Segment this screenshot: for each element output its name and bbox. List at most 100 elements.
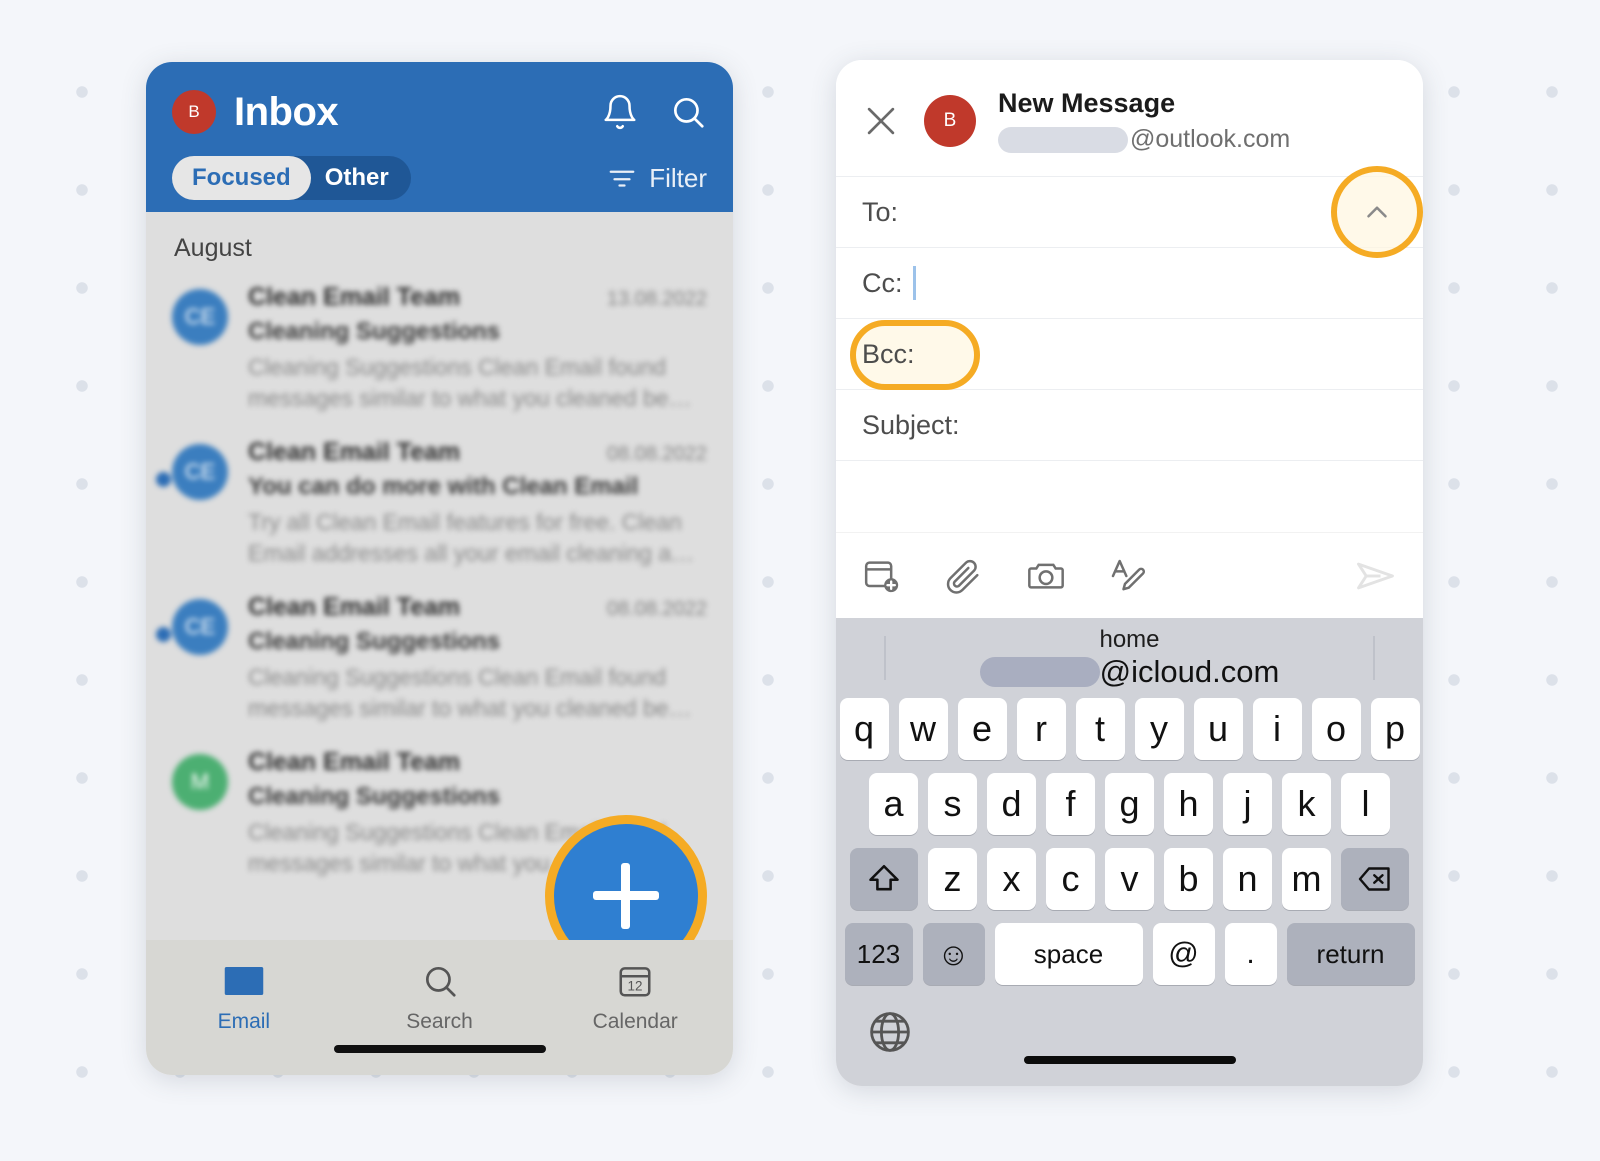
key-h[interactable]: h bbox=[1164, 773, 1213, 835]
camera-icon[interactable] bbox=[1026, 556, 1066, 596]
chevron-up-icon[interactable] bbox=[1360, 195, 1394, 229]
avatar-initials: CE bbox=[184, 304, 216, 329]
avatar[interactable]: B bbox=[924, 95, 976, 147]
tab-focused-label: Focused bbox=[192, 164, 291, 191]
key-e[interactable]: e bbox=[957, 698, 1007, 760]
field-subject[interactable]: Subject: bbox=[836, 389, 1423, 460]
filter-button[interactable]: Filter bbox=[607, 163, 707, 194]
numbers-key[interactable]: 123 bbox=[844, 923, 913, 985]
message-text-block: Clean Email Team 13.08.2022 Cleaning Sug… bbox=[248, 283, 707, 414]
close-icon[interactable] bbox=[862, 102, 900, 140]
calendar-icon: 12 bbox=[614, 962, 656, 1000]
space-key[interactable]: space bbox=[994, 923, 1143, 985]
period-key[interactable]: . bbox=[1224, 923, 1277, 985]
filter-label: Filter bbox=[649, 162, 707, 193]
key-w[interactable]: w bbox=[898, 698, 948, 760]
redacted-account-name bbox=[998, 126, 1128, 153]
tab-search-label: Search bbox=[406, 1010, 473, 1033]
tab-search[interactable]: Search bbox=[342, 962, 538, 1034]
key-o[interactable]: o bbox=[1311, 698, 1361, 760]
field-bcc[interactable]: Bcc: bbox=[836, 318, 1423, 390]
tab-focused[interactable]: Focused bbox=[172, 156, 311, 200]
avatar-initials: M bbox=[190, 769, 210, 795]
message-date: 08.08.2022 bbox=[606, 598, 707, 621]
list-item[interactable]: CE Clean Email Team 08.08.2022 Cleaning … bbox=[146, 583, 733, 738]
shift-key[interactable] bbox=[850, 848, 918, 910]
globe-icon[interactable] bbox=[866, 1008, 914, 1056]
tab-email[interactable]: Email bbox=[146, 962, 342, 1034]
emoji-icon[interactable]: ☺ bbox=[922, 923, 985, 985]
return-key[interactable]: return bbox=[1286, 923, 1415, 985]
keyboard-row-3: z x c v b n m bbox=[836, 848, 1423, 910]
backspace-icon[interactable] bbox=[1341, 848, 1409, 910]
key-s[interactable]: s bbox=[928, 773, 977, 835]
key-y[interactable]: y bbox=[1134, 698, 1184, 760]
virtual-keyboard: home @icloud.com q w e r t y u i o p a s… bbox=[836, 618, 1423, 1086]
key-f[interactable]: f bbox=[1046, 773, 1095, 835]
envelope-icon bbox=[223, 962, 265, 1000]
page-title: Inbox bbox=[234, 89, 339, 134]
suggestion-domain: @icloud.com bbox=[1099, 654, 1280, 690]
keyboard-row-1: q w e r t y u i o p bbox=[836, 698, 1423, 760]
bell-icon[interactable] bbox=[601, 93, 639, 131]
tab-other[interactable]: Other bbox=[311, 156, 411, 200]
key-p[interactable]: p bbox=[1370, 698, 1420, 760]
account-avatar[interactable]: B bbox=[172, 90, 216, 134]
message-body-area[interactable] bbox=[836, 460, 1423, 532]
tab-calendar-label: Calendar bbox=[592, 1010, 678, 1033]
expand-recipients-highlight[interactable] bbox=[1331, 166, 1423, 258]
filter-icon bbox=[607, 163, 637, 193]
at-key[interactable]: @ bbox=[1152, 923, 1215, 985]
key-q[interactable]: q bbox=[839, 698, 889, 760]
key-v[interactable]: v bbox=[1105, 848, 1154, 910]
message-sender: Clean Email Team bbox=[248, 593, 461, 622]
account-avatar-initial: B bbox=[188, 102, 200, 121]
suggestion-item[interactable]: home @icloud.com bbox=[979, 626, 1280, 690]
key-x[interactable]: x bbox=[987, 848, 1036, 910]
message-sender: Clean Email Team bbox=[248, 748, 461, 777]
keyboard-suggestion-bar: home @icloud.com bbox=[836, 618, 1423, 698]
key-b[interactable]: b bbox=[1164, 848, 1213, 910]
field-to[interactable]: To: bbox=[836, 166, 1423, 258]
key-g[interactable]: g bbox=[1105, 773, 1154, 835]
paperclip-icon[interactable] bbox=[944, 556, 984, 596]
key-d[interactable]: d bbox=[987, 773, 1036, 835]
key-n[interactable]: n bbox=[1223, 848, 1272, 910]
search-icon[interactable] bbox=[669, 93, 707, 131]
suggestion-divider-right bbox=[1373, 636, 1375, 680]
tab-calendar[interactable]: 12 Calendar bbox=[537, 962, 733, 1034]
key-u[interactable]: u bbox=[1193, 698, 1243, 760]
key-l[interactable]: l bbox=[1341, 773, 1390, 835]
plus-icon bbox=[593, 863, 659, 929]
key-r[interactable]: r bbox=[1016, 698, 1066, 760]
send-icon[interactable] bbox=[1353, 554, 1397, 598]
tab-email-label: Email bbox=[217, 1010, 271, 1033]
focused-other-segmented-control: Focused Other bbox=[172, 156, 411, 200]
keyboard-row-4: 123 ☺ space @ . return bbox=[836, 923, 1423, 985]
avatar: CE bbox=[172, 444, 228, 501]
text-format-icon[interactable] bbox=[1108, 556, 1148, 596]
key-z[interactable]: z bbox=[928, 848, 977, 910]
key-j[interactable]: j bbox=[1223, 773, 1272, 835]
key-i[interactable]: i bbox=[1252, 698, 1302, 760]
compose-toolbar bbox=[836, 532, 1423, 618]
field-cc-label: Cc: bbox=[862, 267, 903, 298]
inbox-filter-row: Focused Other Filter bbox=[172, 156, 707, 200]
section-header-august: August bbox=[174, 234, 252, 262]
key-t[interactable]: t bbox=[1075, 698, 1125, 760]
key-k[interactable]: k bbox=[1282, 773, 1331, 835]
compose-title-block: New Message @outlook.com bbox=[998, 88, 1290, 154]
calendar-add-icon[interactable] bbox=[862, 556, 902, 596]
unread-indicator-dot bbox=[156, 472, 171, 488]
key-m[interactable]: m bbox=[1282, 848, 1331, 910]
list-item[interactable]: CE Clean Email Team 13.08.2022 Cleaning … bbox=[146, 273, 733, 428]
key-c[interactable]: c bbox=[1046, 848, 1095, 910]
key-a[interactable]: a bbox=[869, 773, 918, 835]
inbox-header-icons bbox=[601, 93, 707, 131]
field-cc[interactable]: Cc: bbox=[836, 247, 1423, 318]
list-item[interactable]: CE Clean Email Team 08.08.2022 You can d… bbox=[146, 428, 733, 583]
compose-account-row[interactable]: @outlook.com bbox=[998, 125, 1290, 154]
home-indicator bbox=[1023, 1056, 1236, 1064]
message-header-line: Clean Email Team bbox=[248, 748, 707, 777]
message-sender: Clean Email Team bbox=[248, 283, 461, 311]
